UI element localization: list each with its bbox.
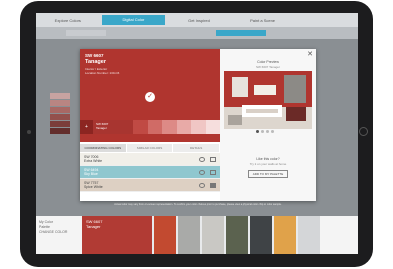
- top-navigation: Explore Colors Digital Color Get Inspire…: [36, 13, 358, 27]
- color-family-swatches: [50, 93, 70, 135]
- tab-get-inspired[interactable]: Get Inspired: [167, 18, 231, 23]
- sub-navigation: [36, 27, 358, 39]
- coordinating-color-name: Extra White: [84, 159, 103, 163]
- preview-subtitle: SW 6607 Tanager: [256, 65, 280, 69]
- add-icon[interactable]: +: [80, 120, 93, 134]
- palette-swatch[interactable]: [154, 216, 176, 254]
- strip-swatch[interactable]: [133, 120, 148, 134]
- color-detail-modal: SW 6607 Tanager Interior / Exterior Loca…: [80, 49, 316, 201]
- tab-paint-a-scene[interactable]: Paint a Scene: [231, 18, 295, 23]
- camera-icon: [27, 130, 31, 134]
- palette-swatch[interactable]: [274, 216, 296, 254]
- selected-color-name: Tanager: [86, 224, 101, 229]
- coordinating-color-text: SW 6494 Sky Blue: [84, 168, 194, 176]
- carousel-dot[interactable]: [256, 130, 259, 133]
- carousel-dot[interactable]: [261, 130, 264, 133]
- palette-bar-end: [320, 216, 358, 254]
- subnav-item-active[interactable]: [216, 30, 266, 36]
- change-color-link[interactable]: CHANGE COLOR: [39, 230, 79, 235]
- strip-label: SW 6607 Tanager: [93, 120, 133, 134]
- color-strip: + SW 6607 Tanager: [80, 120, 220, 134]
- coordinating-color-text: SW 7757 Spice White: [84, 181, 194, 189]
- store-icon[interactable]: [210, 182, 216, 188]
- coordinating-color-name: Sky Blue: [84, 172, 98, 176]
- coordinating-colors-list: SW 7006 Extra White SW 6494 Sky Blue SW …: [80, 153, 220, 192]
- palette-icon[interactable]: [199, 182, 205, 188]
- strip-swatch[interactable]: [147, 120, 162, 134]
- add-to-palette-button[interactable]: ADD TO MY PALETTE: [248, 170, 288, 178]
- preview-question-sub: Try it on your walls at home: [249, 162, 287, 166]
- store-icon[interactable]: [210, 169, 216, 175]
- carousel-dot[interactable]: [271, 130, 274, 133]
- strip-swatch[interactable]: [191, 120, 206, 134]
- coordinating-color-text: SW 7006 Extra White: [84, 155, 194, 163]
- tab-similar-colors[interactable]: SIMILAR COLORS: [127, 144, 174, 152]
- coordinating-color-row[interactable]: SW 6494 Sky Blue: [80, 166, 220, 179]
- palette-swatch[interactable]: [202, 216, 224, 254]
- home-button[interactable]: [359, 127, 368, 136]
- palette-swatch[interactable]: [178, 216, 200, 254]
- tab-explore-colors[interactable]: Explore Colors: [36, 18, 100, 23]
- palette-icon[interactable]: [199, 169, 205, 175]
- app-screen: Explore Colors Digital Color Get Inspire…: [36, 13, 358, 254]
- store-icon[interactable]: [210, 156, 216, 162]
- carousel-dot[interactable]: [266, 130, 269, 133]
- palette-swatch[interactable]: [250, 216, 272, 254]
- coordinating-color-row[interactable]: SW 7757 Spice White: [80, 179, 220, 192]
- close-icon[interactable]: ✕: [307, 51, 313, 59]
- strip-label-name: Tanager: [96, 126, 107, 130]
- color-name: Tanager: [85, 59, 106, 65]
- strip-swatch[interactable]: [205, 120, 220, 134]
- selected-color-tile[interactable]: SW 6607 Tanager: [82, 216, 152, 254]
- color-preview-panel: ✕ Color Preview SW 6607 Tanager Like thi…: [220, 49, 316, 201]
- color-meta: Interior / Exterior Location Number: 130…: [85, 67, 119, 75]
- palette-swatch[interactable]: [226, 216, 248, 254]
- coordinating-color-row[interactable]: SW 7006 Extra White: [80, 153, 220, 166]
- tab-details[interactable]: DETAILS: [173, 144, 221, 152]
- strip-swatch[interactable]: [176, 120, 191, 134]
- strip-swatch[interactable]: [162, 120, 177, 134]
- room-preview-image: [224, 71, 312, 129]
- tab-digital-color[interactable]: Digital Color: [101, 15, 166, 25]
- coordinating-color-name: Spice White: [84, 185, 103, 189]
- palette-label: My Color Palette CHANGE COLOR: [36, 216, 82, 254]
- tab-coordinating-colors[interactable]: COORDINATING COLORS: [80, 144, 127, 152]
- check-icon[interactable]: ✓: [145, 92, 155, 102]
- color-detail-panel: SW 6607 Tanager Interior / Exterior Loca…: [80, 49, 221, 201]
- color-number: SW 6607: [85, 53, 104, 58]
- detail-tabs: COORDINATING COLORS SIMILAR COLORS DETAI…: [80, 144, 221, 152]
- palette-swatch[interactable]: [298, 216, 320, 254]
- palette-icon[interactable]: [199, 156, 205, 162]
- carousel-dots: [256, 130, 276, 133]
- subnav-item[interactable]: [66, 30, 106, 36]
- color-meta-line2: Location Number: 130-C6: [85, 71, 120, 75]
- palette-bar: My Color Palette CHANGE COLOR SW 6607 Ta…: [36, 216, 358, 254]
- preview-question: Like this color?: [256, 157, 280, 161]
- disclaimer-text: Actual color may vary from on-screen rep…: [114, 203, 282, 206]
- preview-title: Color Preview: [257, 60, 279, 64]
